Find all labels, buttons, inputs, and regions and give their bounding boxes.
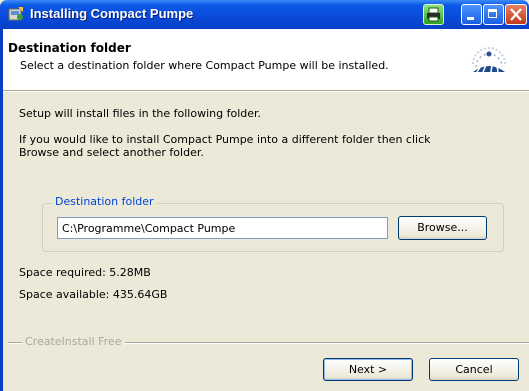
space-available-text: Space available: 435.64GB xyxy=(19,288,168,301)
intro-text: Setup will install files in the followin… xyxy=(19,107,262,120)
info-text: If you would like to install Compact Pum… xyxy=(19,133,431,159)
next-button[interactable]: Next > xyxy=(323,358,413,381)
info-line-2: Browse and select another folder. xyxy=(19,146,204,159)
destination-path-input[interactable] xyxy=(57,217,388,239)
header-divider-highlight xyxy=(3,91,529,92)
destination-group-label: Destination folder xyxy=(52,195,157,208)
maximize-button[interactable] xyxy=(483,4,504,25)
installer-window: Installing Compact Pumpe Destination fol… xyxy=(0,0,529,391)
window-title: Installing Compact Pumpe xyxy=(30,6,194,21)
header-panel: Destination folder Select a destination … xyxy=(3,29,529,90)
space-required-text: Space required: 5.28MB xyxy=(19,266,151,279)
print-icon xyxy=(427,7,440,22)
close-icon xyxy=(510,8,522,21)
close-button[interactable] xyxy=(505,4,527,25)
cancel-button[interactable]: Cancel xyxy=(429,358,519,381)
brand-label: CreateInstall Free xyxy=(22,335,125,348)
maximize-icon xyxy=(488,9,497,18)
minimize-icon xyxy=(467,17,474,20)
page-title: Destination folder xyxy=(8,41,131,55)
minimize-button[interactable] xyxy=(461,4,482,25)
title-bar[interactable]: Installing Compact Pumpe xyxy=(0,0,529,29)
installer-logo-icon xyxy=(467,42,511,78)
browse-button[interactable]: Browse... xyxy=(398,216,487,240)
installer-app-icon xyxy=(8,7,23,21)
print-button[interactable] xyxy=(423,4,444,25)
page-subtitle: Select a destination folder where Compac… xyxy=(20,59,389,72)
info-line-1: If you would like to install Compact Pum… xyxy=(19,133,431,146)
